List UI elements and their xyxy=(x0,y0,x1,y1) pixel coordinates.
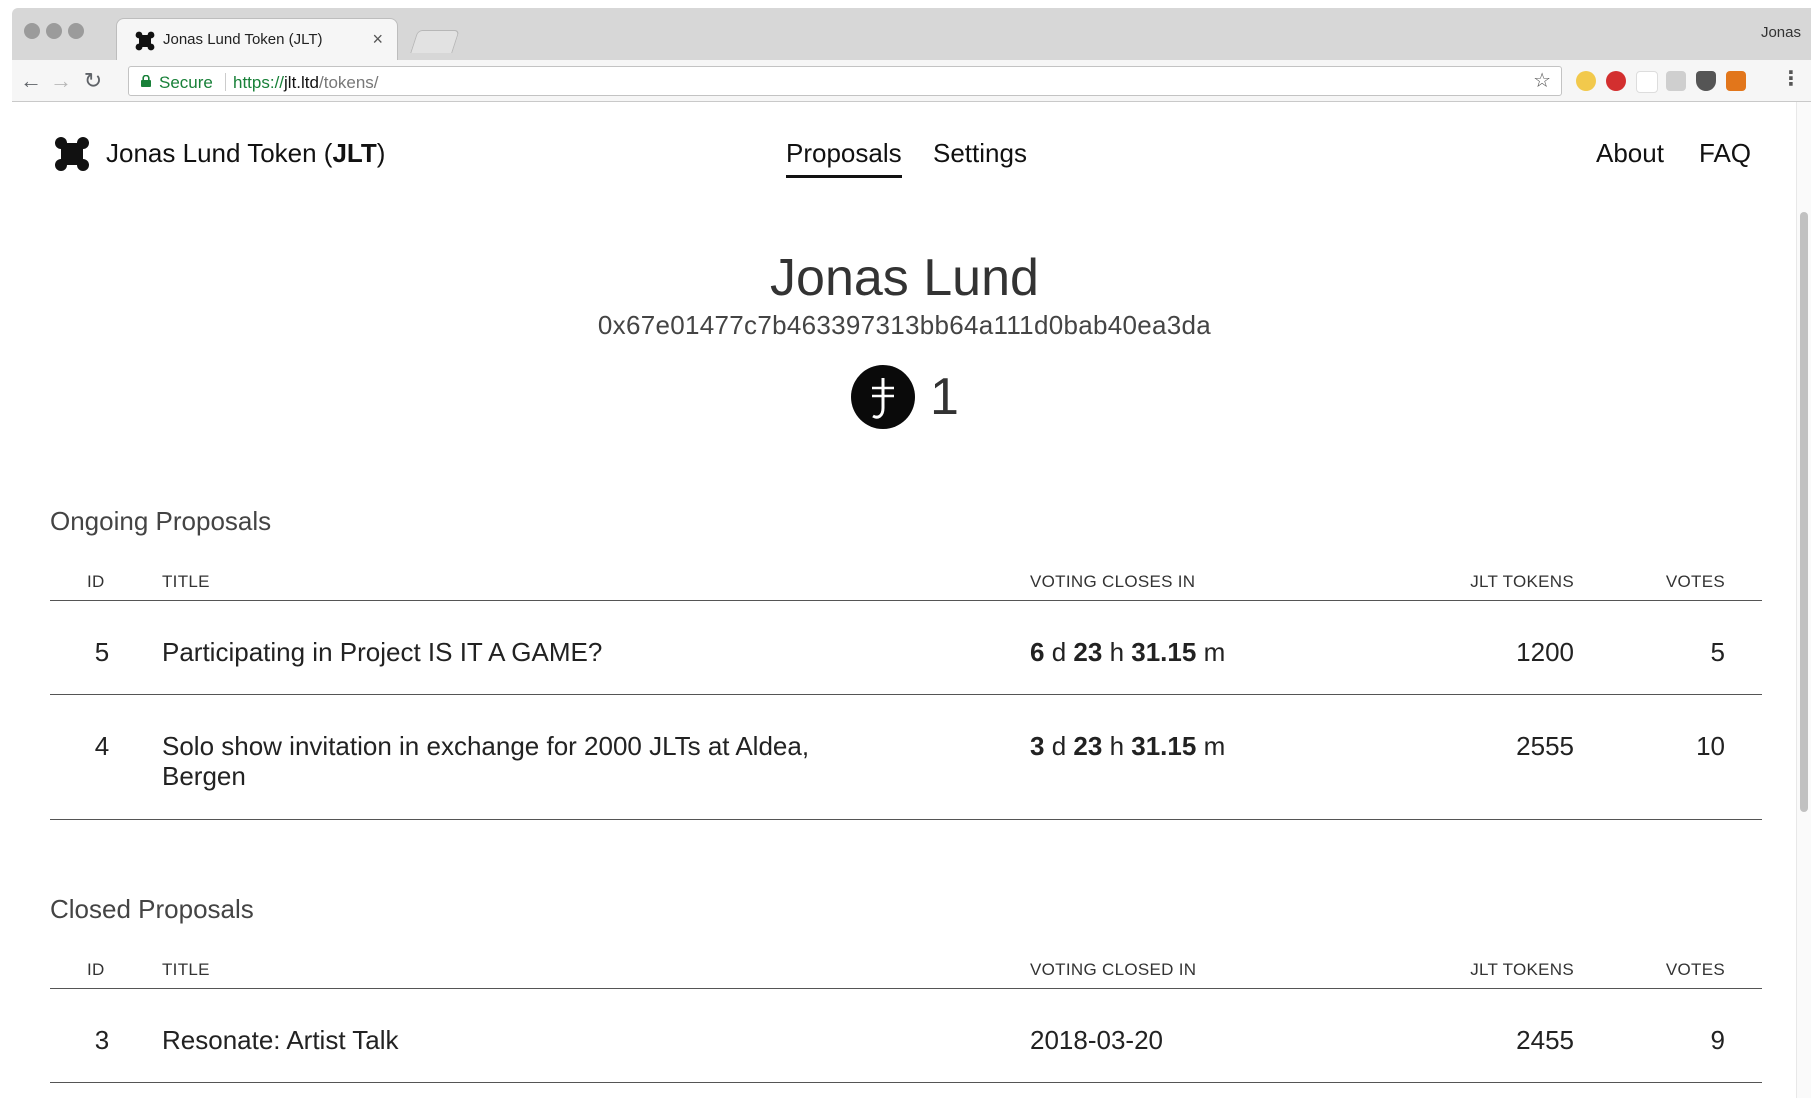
token-balance: 1 xyxy=(12,364,1797,435)
proposal-votes: 9 xyxy=(1710,1025,1725,1055)
tab-close-icon[interactable]: × xyxy=(372,29,383,49)
minutes-value: 31.15 xyxy=(1131,637,1197,667)
proposal-votes: 5 xyxy=(1710,637,1725,667)
tab-title: Jonas Lund Token (JLT) xyxy=(163,31,323,48)
token-count: 1 xyxy=(930,368,959,426)
column-header-tokens[interactable]: JLT TOKENS xyxy=(1470,572,1574,592)
hours-unit: h xyxy=(1109,637,1125,667)
site-logo-icon[interactable] xyxy=(54,136,90,172)
minutes-unit: m xyxy=(1203,731,1226,761)
lock-icon xyxy=(141,75,151,87)
voting-closed-date: 2018-03-20 xyxy=(1030,1025,1163,1055)
fox-extension-icon[interactable] xyxy=(1726,71,1746,91)
proposal-id: 3 xyxy=(94,1025,110,1055)
proposal-tokens: 2455 xyxy=(1516,1025,1574,1055)
minutes-unit: m xyxy=(1203,637,1226,667)
site-title-suffix: ) xyxy=(376,138,386,168)
nav-about[interactable]: About xyxy=(1596,138,1664,169)
proposal-id: 4 xyxy=(94,731,110,761)
nav-faq[interactable]: FAQ xyxy=(1699,138,1751,169)
table-row[interactable]: 3 Resonate: Artist Talk 2018-03-20 2455 … xyxy=(50,989,1762,1083)
address-bar[interactable]: Secure https://jlt.ltd/tokens/ ☆ xyxy=(128,66,1562,96)
scrollbar-thumb[interactable] xyxy=(1800,212,1808,812)
adblock-extension-icon[interactable] xyxy=(1606,71,1626,91)
closed-proposals-table: ID TITLE VOTING CLOSED IN JLT TOKENS VOT… xyxy=(50,948,1762,1083)
maximize-window-dot[interactable] xyxy=(68,23,84,39)
proposal-title[interactable]: Resonate: Artist Talk xyxy=(162,1025,399,1056)
glasses-extension-icon[interactable] xyxy=(1576,71,1596,91)
column-header-id[interactable]: ID xyxy=(87,572,105,592)
url-scheme: https:// xyxy=(233,73,285,92)
new-tab-button[interactable] xyxy=(410,30,460,53)
column-header-title[interactable]: TITLE xyxy=(162,572,210,592)
back-arrow-icon[interactable]: ← xyxy=(18,68,44,94)
ongoing-proposals-heading: Ongoing Proposals xyxy=(50,506,272,536)
column-header-id[interactable]: ID xyxy=(87,960,105,980)
site-title-bold: JLT xyxy=(332,138,377,168)
site-title[interactable]: Jonas Lund Token (JLT) xyxy=(106,138,385,169)
browser-profile-name[interactable]: Jonas xyxy=(1761,24,1801,41)
wallet-address: 0x67e01477c7b463397313bb64a111d0bab40ea3… xyxy=(597,310,1212,340)
page-scrollbar[interactable] xyxy=(1796,102,1811,1098)
column-header-votes[interactable]: VOTES xyxy=(1666,572,1725,592)
table-row[interactable]: 4 Solo show invitation in exchange for 2… xyxy=(50,695,1762,820)
bookmark-star-icon[interactable]: ☆ xyxy=(1533,71,1551,91)
forward-arrow-icon[interactable]: → xyxy=(48,68,74,94)
table-header: ID TITLE VOTING CLOSED IN JLT TOKENS VOT… xyxy=(50,948,1762,989)
browser-tab[interactable]: Jonas Lund Token (JLT) × xyxy=(116,18,398,60)
proposal-id: 5 xyxy=(94,637,110,667)
jlt-token-icon xyxy=(851,365,916,429)
hours-unit: h xyxy=(1109,731,1125,761)
proposal-title[interactable]: Solo show invitation in exchange for 200… xyxy=(162,731,852,791)
voting-time-left: 3 d 23 h 31.15 m xyxy=(1030,731,1225,762)
nav-settings[interactable]: Settings xyxy=(933,138,1027,169)
minimize-window-dot[interactable] xyxy=(46,23,62,39)
proposal-votes: 10 xyxy=(1696,731,1725,761)
url-separator xyxy=(225,73,226,91)
browser-chrome: Jonas Lund Token (JLT) × Jonas ← → ↻ Sec… xyxy=(12,8,1811,102)
proposal-tokens: 1200 xyxy=(1516,637,1574,667)
ongoing-proposals-table: ID TITLE VOTING CLOSES IN JLT TOKENS VOT… xyxy=(50,560,1762,820)
days-unit: d xyxy=(1051,637,1067,667)
proposal-title[interactable]: Participating in Project IS IT A GAME? xyxy=(162,637,602,668)
secure-label: Secure xyxy=(159,73,213,92)
blank-extension-icon[interactable] xyxy=(1636,71,1658,93)
column-header-title[interactable]: TITLE xyxy=(162,960,210,980)
table-row[interactable]: 5 Participating in Project IS IT A GAME?… xyxy=(50,601,1762,695)
url-text[interactable]: https://jlt.ltd/tokens/ xyxy=(233,73,379,93)
page-content: Jonas Lund Token (JLT) Proposals Setting… xyxy=(12,102,1797,1098)
proposal-tokens: 2555 xyxy=(1516,731,1574,761)
nav-proposals[interactable]: Proposals xyxy=(786,138,902,178)
days-value: 6 xyxy=(1030,637,1045,667)
days-value: 3 xyxy=(1030,731,1045,761)
column-header-voting-closes[interactable]: VOTING CLOSES IN xyxy=(1030,572,1195,592)
url-host: jlt.ltd xyxy=(284,73,319,92)
voting-time-left: 6 d 23 h 31.15 m xyxy=(1030,637,1225,668)
column-header-tokens[interactable]: JLT TOKENS xyxy=(1470,960,1574,980)
column-header-votes[interactable]: VOTES xyxy=(1666,960,1725,980)
closed-proposals-heading: Closed Proposals xyxy=(50,894,254,924)
hours-value: 23 xyxy=(1073,731,1103,761)
site-title-prefix: Jonas Lund Token ( xyxy=(106,138,333,168)
close-window-dot[interactable] xyxy=(24,23,40,39)
url-path: /tokens/ xyxy=(319,73,379,92)
minutes-value: 31.15 xyxy=(1131,731,1197,761)
hours-value: 23 xyxy=(1073,637,1103,667)
days-unit: d xyxy=(1051,731,1067,761)
browser-toolbar: ← → ↻ Secure https://jlt.ltd/tokens/ ☆ ⋮ xyxy=(12,60,1811,102)
pocket-extension-icon[interactable] xyxy=(1696,71,1716,91)
table-header: ID TITLE VOTING CLOSES IN JLT TOKENS VOT… xyxy=(50,560,1762,601)
reload-icon[interactable]: ↻ xyxy=(80,68,106,94)
column-header-voting-closed[interactable]: VOTING CLOSED IN xyxy=(1030,960,1196,980)
document-extension-icon[interactable] xyxy=(1666,71,1686,91)
menu-kebab-icon[interactable]: ⋮ xyxy=(1781,69,1801,89)
puzzle-logo-icon xyxy=(135,31,155,51)
profile-name: Jonas Lund xyxy=(770,249,1039,307)
